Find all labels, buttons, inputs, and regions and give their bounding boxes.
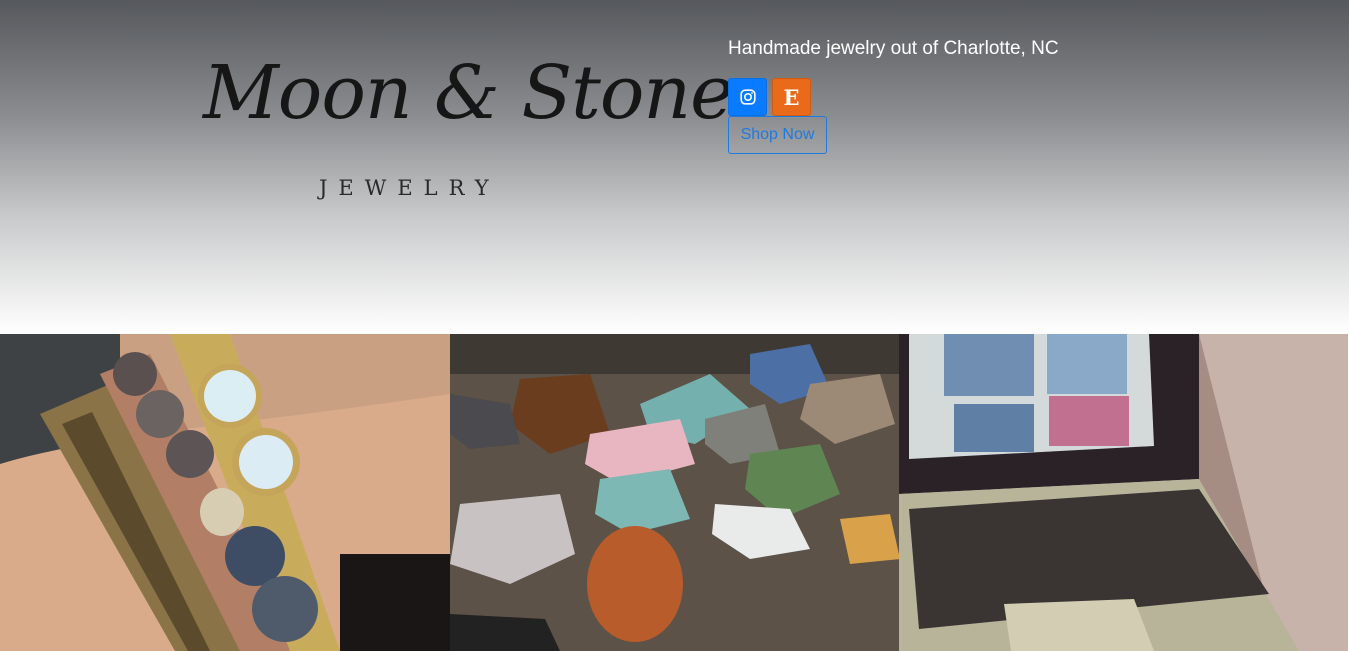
tagline: Handmade jewelry out of Charlotte, NC	[728, 38, 1059, 59]
social-links: E	[728, 78, 1059, 116]
instagram-icon	[739, 89, 756, 105]
logo-script-text: Moon & Stone	[203, 50, 734, 136]
brand-logo: Moon & Stone JEWELRY	[195, 50, 734, 220]
hero-header: Moon & Stone JEWELRY Handmade jewelry ou…	[0, 0, 1349, 334]
etsy-button[interactable]: E	[772, 78, 811, 116]
instagram-button[interactable]	[728, 78, 767, 116]
gallery-photo-bracelets	[0, 334, 450, 651]
gallery-photo-stones	[449, 334, 900, 651]
shop-now-button[interactable]: Shop Now	[728, 116, 827, 154]
gallery-photo-laptop	[899, 334, 1349, 651]
etsy-icon: E	[783, 84, 800, 110]
hero-info: Handmade jewelry out of Charlotte, NC E …	[728, 38, 1059, 154]
photo-gallery	[0, 334, 1349, 651]
logo-subtitle: JEWELRY	[319, 176, 500, 200]
